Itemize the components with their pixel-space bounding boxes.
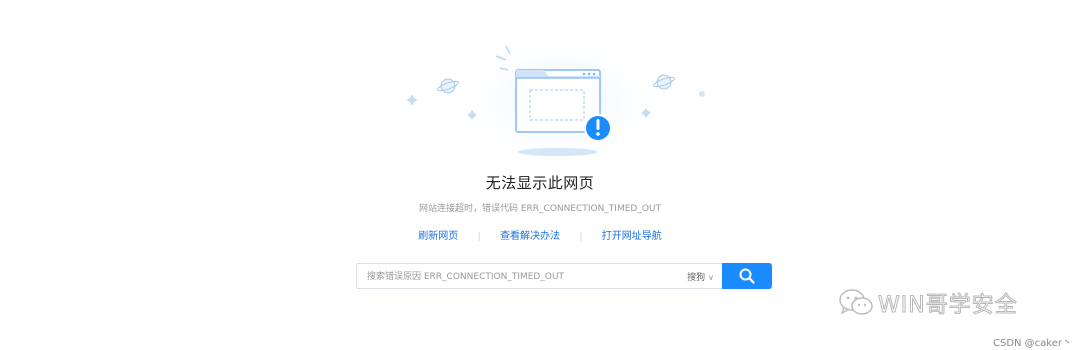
footer-credit: CSDN @caker丶 bbox=[992, 338, 1072, 349]
refresh-page-link[interactable]: 刷新网页 bbox=[418, 231, 458, 242]
error-illustration bbox=[400, 28, 720, 172]
search-input[interactable] bbox=[367, 269, 667, 285]
search-box: 搜狗∨ bbox=[356, 263, 722, 289]
chevron-down-icon: ∨ bbox=[708, 273, 714, 282]
link-separator: | bbox=[477, 231, 481, 242]
error-message: 网站连接超时，错误代码 ERR_CONNECTION_TIMED_OUT bbox=[418, 204, 662, 214]
action-links: 刷新网页 | 查看解决办法 | 打开网址导航 bbox=[0, 227, 1080, 242]
search-button[interactable] bbox=[722, 263, 772, 289]
search-icon bbox=[739, 268, 755, 284]
exclamation-badge-icon bbox=[584, 114, 612, 142]
search-engine-label: 搜狗 bbox=[687, 273, 706, 283]
open-nav-link[interactable]: 打开网址导航 bbox=[602, 231, 662, 242]
link-separator: | bbox=[579, 231, 583, 242]
page-title: 无法显示此网页 bbox=[485, 174, 595, 192]
watermark: WIN哥学安全 bbox=[838, 286, 1018, 320]
search-engine-select[interactable]: 搜狗 ∨ bbox=[687, 270, 714, 283]
view-solution-link[interactable]: 查看解决办法 bbox=[500, 231, 560, 242]
watermark-text: WIN哥学安全 bbox=[878, 293, 1018, 319]
wechat-icon bbox=[839, 289, 873, 315]
